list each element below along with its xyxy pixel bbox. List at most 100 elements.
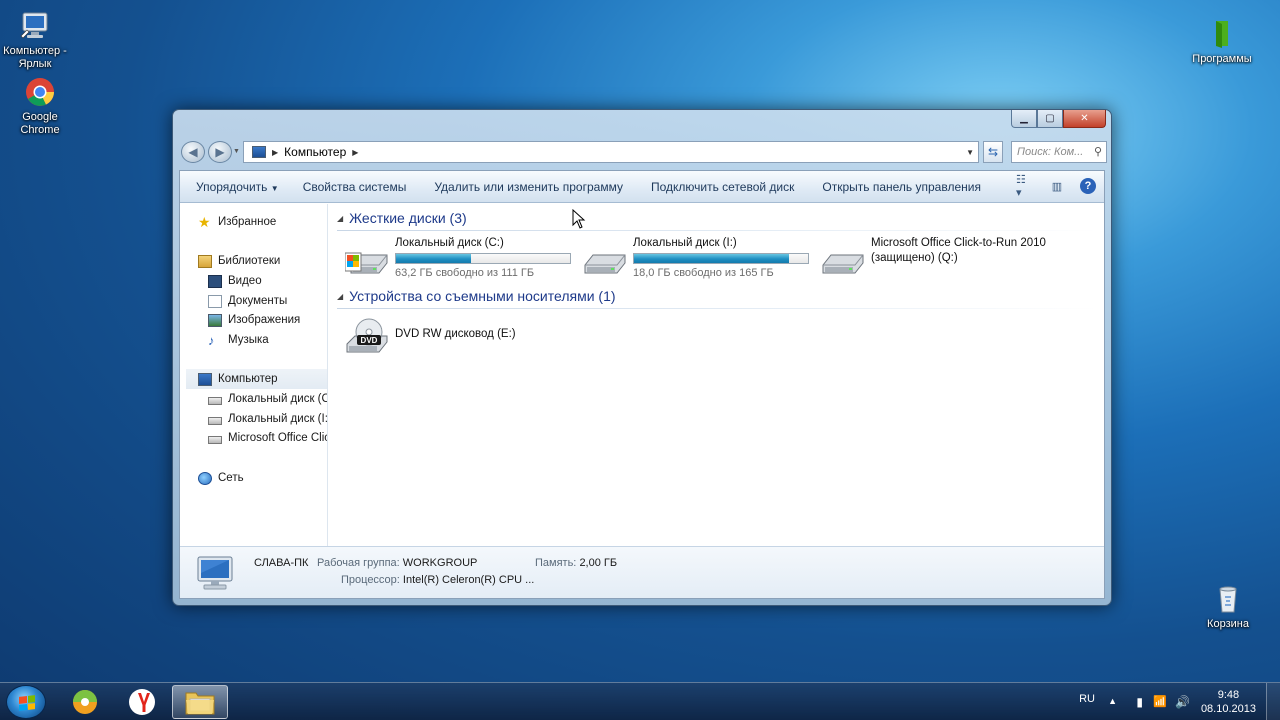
address-bar[interactable]: ▶ Компьютер ▶ ▼ [243, 141, 979, 163]
drive-item-i[interactable]: Локальный диск (I:) 18,0 ГБ свободно из … [583, 237, 813, 281]
address-dropdown-icon[interactable]: ▼ [966, 148, 974, 157]
navigation-bar: ◀ ▶ ▼ ▶ Компьютер ▶ ▼ ⇆ Поиск: Ком... ⚲ [179, 140, 1107, 164]
drive-item-c[interactable]: Локальный диск (C:) 63,2 ГБ свободно из … [344, 237, 575, 281]
explorer-folder-icon [185, 692, 215, 715]
show-hidden-icons-icon[interactable]: ▲ [1108, 696, 1117, 706]
battery-icon[interactable]: ▮ [1136, 695, 1143, 709]
drive-usage-fill [396, 254, 471, 263]
desktop-icon-recycle-bin[interactable]: Корзина [1192, 583, 1264, 631]
documents-icon [208, 294, 222, 308]
clock[interactable]: 9:48 08.10.2013 [1201, 688, 1256, 716]
drive-usage-bar [633, 253, 809, 264]
hard-drive-icon [208, 396, 222, 405]
details-pane: СЛАВА-ПК Рабочая группа: WORKGROUP Памят… [180, 546, 1104, 598]
drive-free-space: 18,0 ГБ свободно из 165 ГБ [633, 267, 774, 279]
back-button[interactable]: ◀ [181, 141, 205, 163]
map-network-drive-button[interactable]: Подключить сетевой диск [635, 180, 806, 194]
show-desktop-button[interactable] [1266, 683, 1280, 720]
nav-video[interactable]: Видео [208, 271, 262, 291]
nav-documents[interactable]: Документы [208, 291, 287, 311]
preview-pane-icon[interactable]: ▥ [1048, 178, 1066, 194]
nav-favorites[interactable]: ★ Избранное [198, 212, 276, 232]
group-title: Жесткие диски (3) [349, 210, 467, 226]
desktop-icon-label: Google Chrome [20, 111, 60, 136]
mouse-cursor-icon [572, 208, 586, 232]
desktop-icon-computer[interactable]: Компьютер - Ярлык [0, 10, 71, 71]
computer-icon [198, 372, 212, 386]
nav-network[interactable]: Сеть [198, 468, 244, 488]
drives-view: ◢ Жесткие диски (3) Локальный диск (C:) … [329, 204, 1104, 546]
nav-drive-q[interactable]: Microsoft Office Clic [208, 428, 327, 448]
nav-label: Документы [228, 295, 288, 307]
search-placeholder: Поиск: Ком... [1017, 146, 1084, 158]
close-button[interactable]: ✕ [1063, 110, 1106, 128]
volume-icon[interactable]: 🔊 [1175, 695, 1190, 709]
maximize-icon: ▢ [1045, 113, 1055, 124]
search-icon[interactable]: ⚲ [1094, 142, 1102, 162]
open-control-panel-button[interactable]: Открыть панель управления [806, 180, 993, 194]
forward-button[interactable]: ▶ [208, 141, 232, 163]
libraries-icon [198, 254, 212, 268]
language-indicator[interactable]: RU [1079, 693, 1095, 705]
taskbar: RU ▲ ▮ 📶 🔊 9:48 08.10.2013 [0, 682, 1280, 720]
processor: Процессор: Intel(R) Celeron(R) CPU ... [341, 574, 535, 586]
breadcrumb-arrow-icon[interactable]: ▶ [352, 148, 358, 157]
minimize-button[interactable]: ▁ [1011, 110, 1037, 128]
nav-computer[interactable]: Компьютер [186, 369, 327, 389]
nav-label: Локальный диск (C [228, 393, 328, 405]
caption-buttons: ▁ ▢ ✕ [1011, 110, 1106, 128]
media-app-icon [73, 690, 97, 714]
nav-label: Компьютер [218, 373, 278, 385]
desktop-icon-chrome[interactable]: Google Chrome [4, 76, 76, 137]
drive-name: DVD RW дисковод (E:) [395, 328, 516, 340]
nav-drive-i[interactable]: Локальный диск (I:) [208, 409, 327, 429]
taskbar-yandex-browser[interactable] [114, 685, 170, 719]
drive-name-line1: Microsoft Office Click-to-Run 2010 [871, 237, 1046, 249]
recycle-bin-icon [1212, 583, 1244, 615]
chrome-icon [24, 76, 56, 108]
star-icon: ★ [198, 213, 211, 230]
drive-free-space: 63,2 ГБ свободно из 111 ГБ [395, 267, 535, 279]
drive-name-line2: (защищено) (Q:) [871, 252, 958, 264]
taskbar-app-1[interactable] [57, 685, 113, 719]
nav-pictures[interactable]: Изображения [208, 310, 300, 330]
breadcrumb-arrow-icon[interactable]: ▶ [272, 148, 278, 157]
taskbar-explorer[interactable] [172, 685, 228, 719]
collapse-triangle-icon[interactable]: ◢ [337, 214, 343, 223]
back-arrow-icon: ◀ [188, 145, 198, 159]
drive-item-q[interactable]: Microsoft Office Click-to-Run 2010 (защи… [821, 237, 1051, 281]
computer-small-icon [252, 146, 266, 158]
music-icon: ♪ [208, 332, 215, 348]
help-icon[interactable]: ? [1080, 178, 1096, 194]
system-properties-button[interactable]: Свойства системы [291, 180, 419, 194]
start-button[interactable] [6, 685, 46, 719]
nav-music[interactable]: ♪ Музыка [208, 330, 269, 350]
chevron-down-icon: ▼ [270, 183, 279, 193]
search-input[interactable]: Поиск: Ком... ⚲ [1011, 141, 1107, 163]
refresh-button[interactable]: ⇆ [983, 141, 1003, 163]
group-divider [337, 230, 1098, 231]
group-header-removable[interactable]: ◢ Устройства со съемными носителями (1) [337, 286, 1098, 309]
collapse-triangle-icon[interactable]: ◢ [337, 292, 343, 301]
desktop-icon-programs[interactable]: Программы [1186, 18, 1258, 66]
clock-date: 08.10.2013 [1200, 703, 1256, 715]
recent-pages-dropdown[interactable]: ▼ [233, 148, 240, 155]
group-header-hard-drives[interactable]: ◢ Жесткие диски (3) [337, 208, 1098, 231]
group-title: Устройства со съемными носителями (1) [349, 288, 616, 304]
hard-drive-icon [583, 241, 629, 281]
breadcrumb-computer[interactable]: Компьютер [284, 145, 346, 159]
nav-libraries[interactable]: Библиотеки [198, 251, 280, 271]
maximize-button[interactable]: ▢ [1037, 110, 1063, 128]
drive-item-dvd[interactable]: DVD DVD RW дисковод (E:) [345, 314, 575, 358]
uninstall-program-button[interactable]: Удалить или изменить программу [418, 180, 635, 194]
dvd-drive-icon: DVD [345, 318, 391, 358]
nav-label: Видео [228, 275, 262, 287]
network-signal-icon[interactable]: 📶 [1153, 695, 1167, 708]
drive-usage-fill [634, 254, 789, 263]
nav-label: Изображения [228, 314, 301, 326]
nav-drive-c[interactable]: Локальный диск (C [208, 389, 328, 409]
video-icon [208, 274, 222, 288]
organize-button[interactable]: Упорядочить ▼ [180, 180, 291, 194]
group-divider [337, 308, 1098, 309]
change-view-icon[interactable]: ☷ ▾ [1016, 174, 1034, 199]
